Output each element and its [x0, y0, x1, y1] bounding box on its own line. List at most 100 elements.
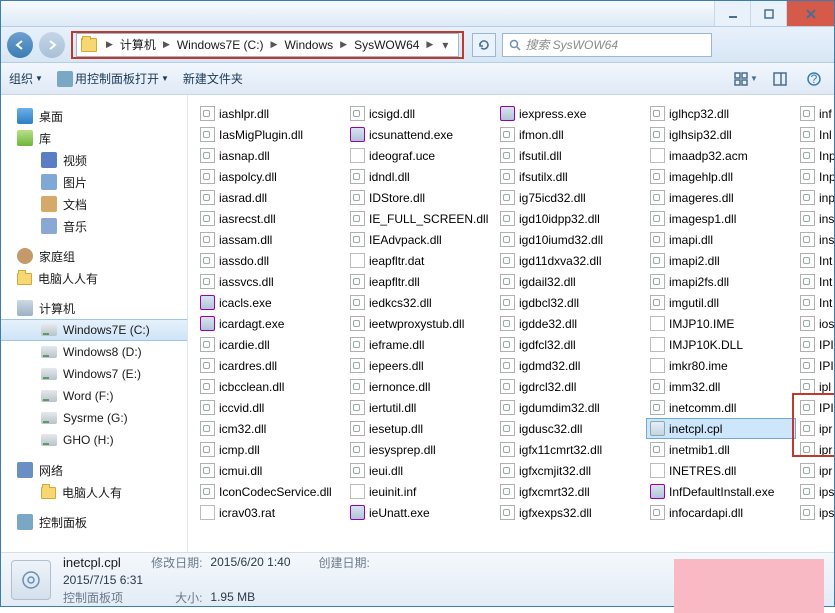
file-item[interactable]: iernonce.dll	[346, 376, 496, 397]
file-item[interactable]: ifsutilx.dll	[496, 166, 646, 187]
file-item[interactable]: igfxcmrt32.dll	[496, 481, 646, 502]
file-item[interactable]: icmui.dll	[196, 460, 346, 481]
file-item[interactable]: IPI	[796, 334, 834, 355]
tree-item[interactable]: Windows7 (E:)	[1, 363, 187, 385]
file-item[interactable]: ifsutil.dll	[496, 145, 646, 166]
file-item[interactable]: inf	[796, 103, 834, 124]
file-item[interactable]: ipr	[796, 418, 834, 439]
file-item[interactable]: iglhsip32.dll	[646, 124, 796, 145]
file-item[interactable]: IMJP10.IME	[646, 313, 796, 334]
file-item[interactable]: iasrad.dll	[196, 187, 346, 208]
file-item[interactable]: iassvcs.dll	[196, 271, 346, 292]
file-item[interactable]: IPI	[796, 397, 834, 418]
file-item[interactable]: icrav03.rat	[196, 502, 346, 523]
file-item[interactable]: ips	[796, 481, 834, 502]
file-item[interactable]: iglhcp32.dll	[646, 103, 796, 124]
file-item[interactable]: ig75icd32.dll	[496, 187, 646, 208]
file-item[interactable]: InfDefaultInstall.exe	[646, 481, 796, 502]
file-item[interactable]: iertutil.dll	[346, 397, 496, 418]
file-item[interactable]: iccvid.dll	[196, 397, 346, 418]
forward-button[interactable]	[39, 32, 65, 58]
address-dropdown[interactable]: ▾	[436, 38, 454, 52]
preview-pane-button[interactable]	[768, 68, 792, 90]
tree-item[interactable]: Word (F:)	[1, 385, 187, 407]
file-item[interactable]: Inp	[796, 145, 834, 166]
file-item[interactable]: IMJP10K.DLL	[646, 334, 796, 355]
file-item[interactable]: iasrecst.dll	[196, 208, 346, 229]
file-item[interactable]: IEAdvpack.dll	[346, 229, 496, 250]
refresh-button[interactable]	[472, 33, 496, 57]
back-button[interactable]	[7, 32, 33, 58]
tree-item[interactable]: Windows8 (D:)	[1, 341, 187, 363]
chevron-icon[interactable]: ▶	[160, 39, 173, 50]
file-item[interactable]: imaadp32.acm	[646, 145, 796, 166]
organize-menu[interactable]: 组织 ▼	[9, 70, 43, 87]
file-item[interactable]: ieUnatt.exe	[346, 502, 496, 523]
file-item[interactable]: ipl	[796, 376, 834, 397]
file-item[interactable]: igd11dxva32.dll	[496, 250, 646, 271]
file-item[interactable]: IPI	[796, 355, 834, 376]
file-item[interactable]: iepeers.dll	[346, 355, 496, 376]
file-item[interactable]: INETRES.dll	[646, 460, 796, 481]
file-item[interactable]: imapi.dll	[646, 229, 796, 250]
file-item[interactable]: icsunattend.exe	[346, 124, 496, 145]
file-item[interactable]: icardagt.exe	[196, 313, 346, 334]
breadcrumb-computer[interactable]: 计算机	[116, 36, 160, 53]
file-item[interactable]: igdrcl32.dll	[496, 376, 646, 397]
file-item[interactable]: ios	[796, 313, 834, 334]
tree-item[interactable]: 电脑人人有	[1, 481, 187, 503]
file-item[interactable]: iesetup.dll	[346, 418, 496, 439]
file-item[interactable]: ieui.dll	[346, 460, 496, 481]
file-item[interactable]: infocardapi.dll	[646, 502, 796, 523]
file-item[interactable]: ins	[796, 229, 834, 250]
tree-item[interactable]: 图片	[1, 171, 187, 193]
file-item[interactable]: iassam.dll	[196, 229, 346, 250]
address-box[interactable]: ▶ 计算机 ▶ Windows7E (C:) ▶ Windows ▶ SysWO…	[76, 33, 459, 57]
minimize-button[interactable]	[714, 1, 750, 26]
file-item[interactable]: icardres.dll	[196, 355, 346, 376]
tree-item[interactable]: 家庭组	[1, 245, 187, 267]
file-item[interactable]: igd10iumd32.dll	[496, 229, 646, 250]
chevron-icon[interactable]: ▶	[103, 39, 116, 50]
view-options-button[interactable]: ▼	[734, 68, 758, 90]
file-item[interactable]: IE_FULL_SCREEN.dll	[346, 208, 496, 229]
file-item[interactable]: igfxexps32.dll	[496, 502, 646, 523]
chevron-icon[interactable]: ▶	[268, 39, 281, 50]
file-item[interactable]: inetmib1.dll	[646, 439, 796, 460]
search-input[interactable]: 搜索 SysWOW64	[502, 33, 712, 57]
maximize-button[interactable]	[750, 1, 786, 26]
open-with-cp-button[interactable]: 用控制面板打开 ▼	[57, 70, 169, 87]
chevron-icon[interactable]: ▶	[337, 39, 350, 50]
tree-item[interactable]: Windows7E (C:)	[1, 319, 187, 341]
chevron-icon[interactable]: ▶	[423, 39, 436, 50]
file-item[interactable]: inp	[796, 187, 834, 208]
file-item[interactable]: imagesp1.dll	[646, 208, 796, 229]
file-item[interactable]: Int	[796, 292, 834, 313]
file-item[interactable]: ifmon.dll	[496, 124, 646, 145]
file-item[interactable]: icm32.dll	[196, 418, 346, 439]
file-item[interactable]: ieuinit.inf	[346, 481, 496, 502]
new-folder-button[interactable]: 新建文件夹	[183, 70, 243, 87]
tree-item[interactable]: 音乐	[1, 215, 187, 237]
file-item[interactable]: igdmd32.dll	[496, 355, 646, 376]
tree-item[interactable]: GHO (H:)	[1, 429, 187, 451]
tree-item[interactable]: 视频	[1, 149, 187, 171]
file-item[interactable]: iexpress.exe	[496, 103, 646, 124]
tree-item[interactable]: 计算机	[1, 297, 187, 319]
file-item[interactable]: igd10idpp32.dll	[496, 208, 646, 229]
file-item[interactable]: inetcpl.cpl	[646, 418, 796, 439]
file-item[interactable]: Int	[796, 250, 834, 271]
file-item[interactable]: iasnap.dll	[196, 145, 346, 166]
file-item[interactable]: idndl.dll	[346, 166, 496, 187]
file-item[interactable]: ipr	[796, 460, 834, 481]
file-list[interactable]: iashlpr.dllicsigd.dlliexpress.exeiglhcp3…	[188, 95, 834, 552]
tree-item[interactable]: 文档	[1, 193, 187, 215]
file-item[interactable]: IDStore.dll	[346, 187, 496, 208]
file-item[interactable]: icsigd.dll	[346, 103, 496, 124]
file-item[interactable]: igdumdim32.dll	[496, 397, 646, 418]
file-item[interactable]: iassdo.dll	[196, 250, 346, 271]
file-item[interactable]: igdail32.dll	[496, 271, 646, 292]
file-item[interactable]: inetcomm.dll	[646, 397, 796, 418]
file-item[interactable]: iashlpr.dll	[196, 103, 346, 124]
file-item[interactable]: iaspolcy.dll	[196, 166, 346, 187]
